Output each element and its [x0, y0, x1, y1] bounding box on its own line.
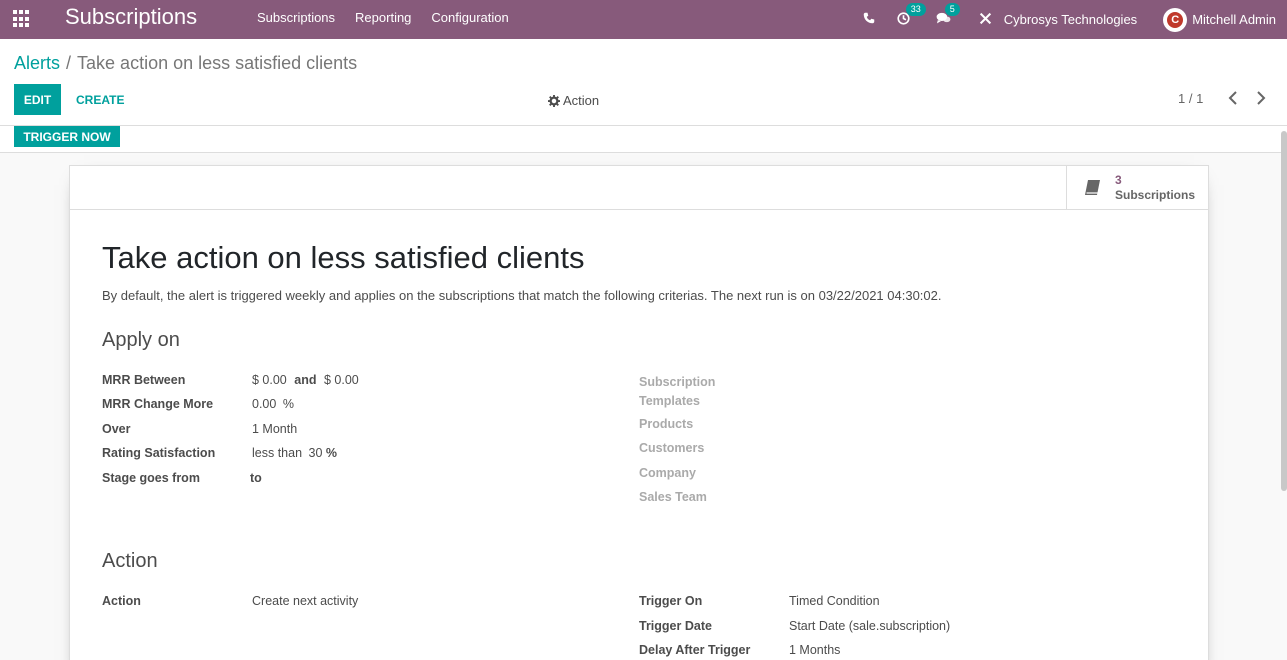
- stage-goes-from-label: Stage goes from: [102, 471, 200, 485]
- over-label: Over: [102, 422, 131, 436]
- activity-count-badge: 33: [905, 2, 926, 16]
- trigger-on-label: Trigger On: [639, 594, 703, 608]
- breadcrumb-alerts[interactable]: Alerts: [14, 53, 60, 73]
- subscription-templates-label-line1: Subscription: [639, 375, 716, 389]
- rating-satisfaction-label: Rating Satisfaction: [102, 446, 216, 460]
- tools-icon[interactable]: [979, 12, 992, 28]
- subscriptions-smart-button[interactable]: 3 Subscriptions: [1066, 166, 1208, 210]
- control-panel: Alerts / Take action on less satisfied cli…: [0, 39, 1287, 126]
- subscription-templates-label: Subscription Templates: [639, 373, 715, 411]
- scrollbar[interactable]: [1281, 131, 1287, 491]
- mrr-max-field[interactable]: $ 0.00: [324, 373, 359, 387]
- messages-button[interactable]: 5: [936, 2, 960, 28]
- pager-next-icon[interactable]: [1256, 91, 1266, 109]
- sales-team-label: Sales Team: [639, 490, 707, 504]
- systray: 33 5 Cybrosys Technologies C Mitchell Ad…: [863, 0, 1287, 39]
- breadcrumb-separator: /: [66, 53, 72, 73]
- action-label: Action: [563, 93, 600, 108]
- gear-icon: [548, 94, 560, 107]
- action-field-value[interactable]: Create next activity: [252, 594, 358, 608]
- button-box: 3 Subscriptions: [70, 166, 1208, 210]
- phone-icon[interactable]: [863, 12, 875, 27]
- breadcrumb-current: Take action on less satisfied clients: [77, 53, 358, 73]
- top-navbar: Subscriptions Subscriptions Reporting Co…: [0, 0, 1287, 39]
- mrr-change-field[interactable]: 0.00: [252, 397, 276, 411]
- action-field-label: Action: [102, 594, 141, 608]
- menu-item-configuration[interactable]: Configuration: [431, 10, 508, 25]
- avatar-letter: C: [1167, 11, 1184, 28]
- menu-item-reporting[interactable]: Reporting: [355, 10, 411, 25]
- rating-unit: %: [325, 446, 338, 460]
- book-icon: [1083, 178, 1103, 198]
- form-sheet: 3 Subscriptions Take action on less sati…: [69, 165, 1209, 660]
- user-menu[interactable]: Mitchell Admin: [1192, 12, 1276, 27]
- edit-button[interactable]: EDIT: [14, 84, 61, 115]
- rating-value-field[interactable]: 30: [309, 446, 323, 460]
- subscriptions-label: Subscriptions: [1115, 188, 1196, 202]
- apply-on-heading: Apply on: [102, 329, 180, 351]
- mrr-change-label: MRR Change More: [102, 397, 214, 411]
- message-count-badge: 5: [944, 2, 960, 16]
- mrr-change-value[interactable]: 0.00 %: [252, 397, 294, 411]
- app-title[interactable]: Subscriptions: [65, 4, 197, 30]
- rating-operator-field[interactable]: less than: [252, 446, 302, 460]
- apps-grid-icon[interactable]: [13, 10, 31, 28]
- pager-value[interactable]: 1 / 1: [1178, 91, 1203, 106]
- menu-item-subscriptions[interactable]: Subscriptions: [257, 10, 335, 25]
- trigger-date-value[interactable]: Start Date (sale.subscription): [789, 619, 950, 633]
- company-switcher[interactable]: Cybrosys Technologies: [1004, 12, 1137, 27]
- status-bar: TRIGGER NOW: [0, 126, 1287, 153]
- trigger-date-label: Trigger Date: [639, 619, 712, 633]
- mrr-min-field[interactable]: $ 0.00: [252, 373, 287, 387]
- company-label: Company: [639, 466, 696, 480]
- stage-to-label: to: [250, 471, 262, 485]
- record-title: Take action on less satisfied clients: [102, 240, 585, 275]
- breadcrumb: Alerts / Take action on less satisfied cli…: [14, 52, 357, 74]
- main-menu: Subscriptions Reporting Configuration: [257, 10, 529, 25]
- trigger-on-value[interactable]: Timed Condition: [789, 594, 880, 608]
- over-field[interactable]: 1 Month: [252, 422, 297, 436]
- delay-after-trigger-label: Delay After Trigger: [639, 643, 751, 657]
- customers-label: Customers: [639, 441, 705, 455]
- create-button[interactable]: CREATE: [76, 93, 124, 107]
- trigger-now-button[interactable]: TRIGGER NOW: [14, 126, 120, 147]
- delay-after-trigger-value[interactable]: 1 Months: [789, 643, 840, 657]
- mrr-between-value[interactable]: $ 0.00 and $ 0.00: [252, 373, 359, 387]
- mrr-change-unit: %: [282, 397, 294, 411]
- rating-satisfaction-value[interactable]: less than 30 %: [252, 446, 337, 460]
- subscription-templates-label-line2: Templates: [639, 394, 700, 408]
- pager-previous-icon[interactable]: [1228, 91, 1238, 109]
- action-dropdown[interactable]: Action: [548, 93, 599, 108]
- action-heading: Action: [102, 550, 158, 572]
- products-label: Products: [639, 417, 694, 431]
- avatar[interactable]: C: [1163, 7, 1188, 32]
- subscriptions-count: 3: [1115, 173, 1122, 187]
- mrr-between-label: MRR Between: [102, 373, 186, 387]
- mrr-and-label: and: [294, 373, 317, 387]
- activity-button[interactable]: 33: [897, 2, 926, 28]
- record-description: By default, the alert is triggered weekl…: [102, 288, 942, 303]
